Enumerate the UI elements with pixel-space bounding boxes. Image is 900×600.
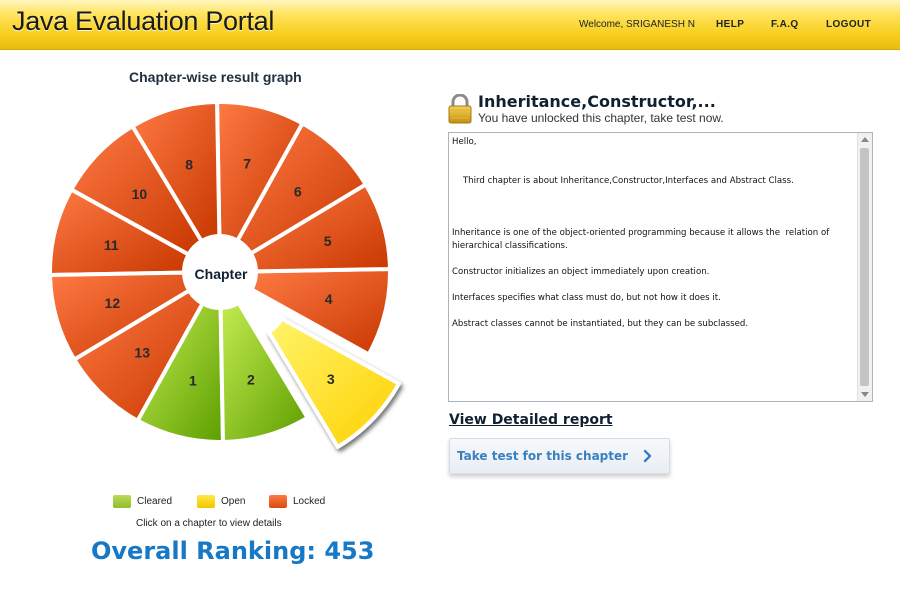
chapter-slice-label-4: 4 — [325, 291, 333, 307]
legend-locked: Locked — [269, 495, 325, 508]
padlock-icon — [448, 94, 472, 124]
chapter-slice-label-3: 3 — [327, 371, 335, 387]
chapter-title: Inheritance,Constructor,... — [478, 92, 716, 111]
logout-link[interactable]: LOGOUT — [826, 19, 871, 30]
scroll-down-arrow-icon[interactable] — [861, 392, 869, 397]
chevron-right-icon — [643, 449, 652, 463]
chapter-description-box[interactable]: Hello, Third chapter is about Inheritanc… — [448, 132, 873, 402]
scroll-up-arrow-icon[interactable] — [861, 137, 869, 142]
legend-locked-label: Locked — [293, 496, 326, 508]
help-link[interactable]: HELP — [716, 19, 744, 30]
wheel-center-label: Chapter — [195, 266, 248, 282]
ranking-label: Overall Ranking: — [91, 537, 316, 565]
view-detailed-report-link[interactable]: View Detailed report — [449, 412, 613, 428]
chapter-description-text: Hello, Third chapter is about Inheritanc… — [452, 137, 830, 329]
chapter-slice-label-1: 1 — [189, 373, 197, 389]
chapter-slice-label-6: 6 — [294, 183, 302, 199]
overall-ranking: Overall Ranking: 453 — [91, 537, 374, 565]
chapter-slice-label-13: 13 — [134, 345, 150, 361]
description-scrollbar[interactable] — [857, 133, 872, 401]
ranking-value: 453 — [324, 537, 375, 565]
legend-hint: Click on a chapter to view details — [136, 518, 282, 529]
legend-open-label: Open — [221, 496, 246, 508]
legend-cleared-swatch — [113, 495, 131, 508]
chapter-slice-label-12: 12 — [105, 295, 121, 311]
chapter-slice-label-10: 10 — [132, 186, 148, 202]
scrollbar-thumb[interactable] — [860, 148, 869, 386]
chapter-slice-label-7: 7 — [243, 155, 251, 171]
legend-cleared: Cleared — [113, 495, 172, 508]
chapter-slice-label-5: 5 — [324, 233, 332, 249]
take-test-button[interactable]: Take test for this chapter — [449, 438, 670, 474]
chapter-slice-label-2: 2 — [247, 372, 255, 388]
take-test-label: Take test for this chapter — [457, 449, 629, 463]
chapter-slice-label-11: 11 — [104, 237, 119, 253]
legend-open: Open — [197, 495, 245, 508]
chapter-wheel-chart: 1 2 34567810111213 Chapter — [48, 100, 401, 449]
legend-locked-swatch — [269, 495, 287, 508]
chapter-slice-label-8: 8 — [185, 156, 193, 172]
legend-open-swatch — [197, 495, 215, 508]
legend-cleared-label: Cleared — [137, 496, 173, 508]
chapter-subtitle: You have unlocked this chapter, take tes… — [478, 111, 724, 125]
welcome-text: Welcome, SRIGANESH N — [579, 19, 695, 30]
faq-link[interactable]: F.A.Q — [771, 19, 799, 30]
